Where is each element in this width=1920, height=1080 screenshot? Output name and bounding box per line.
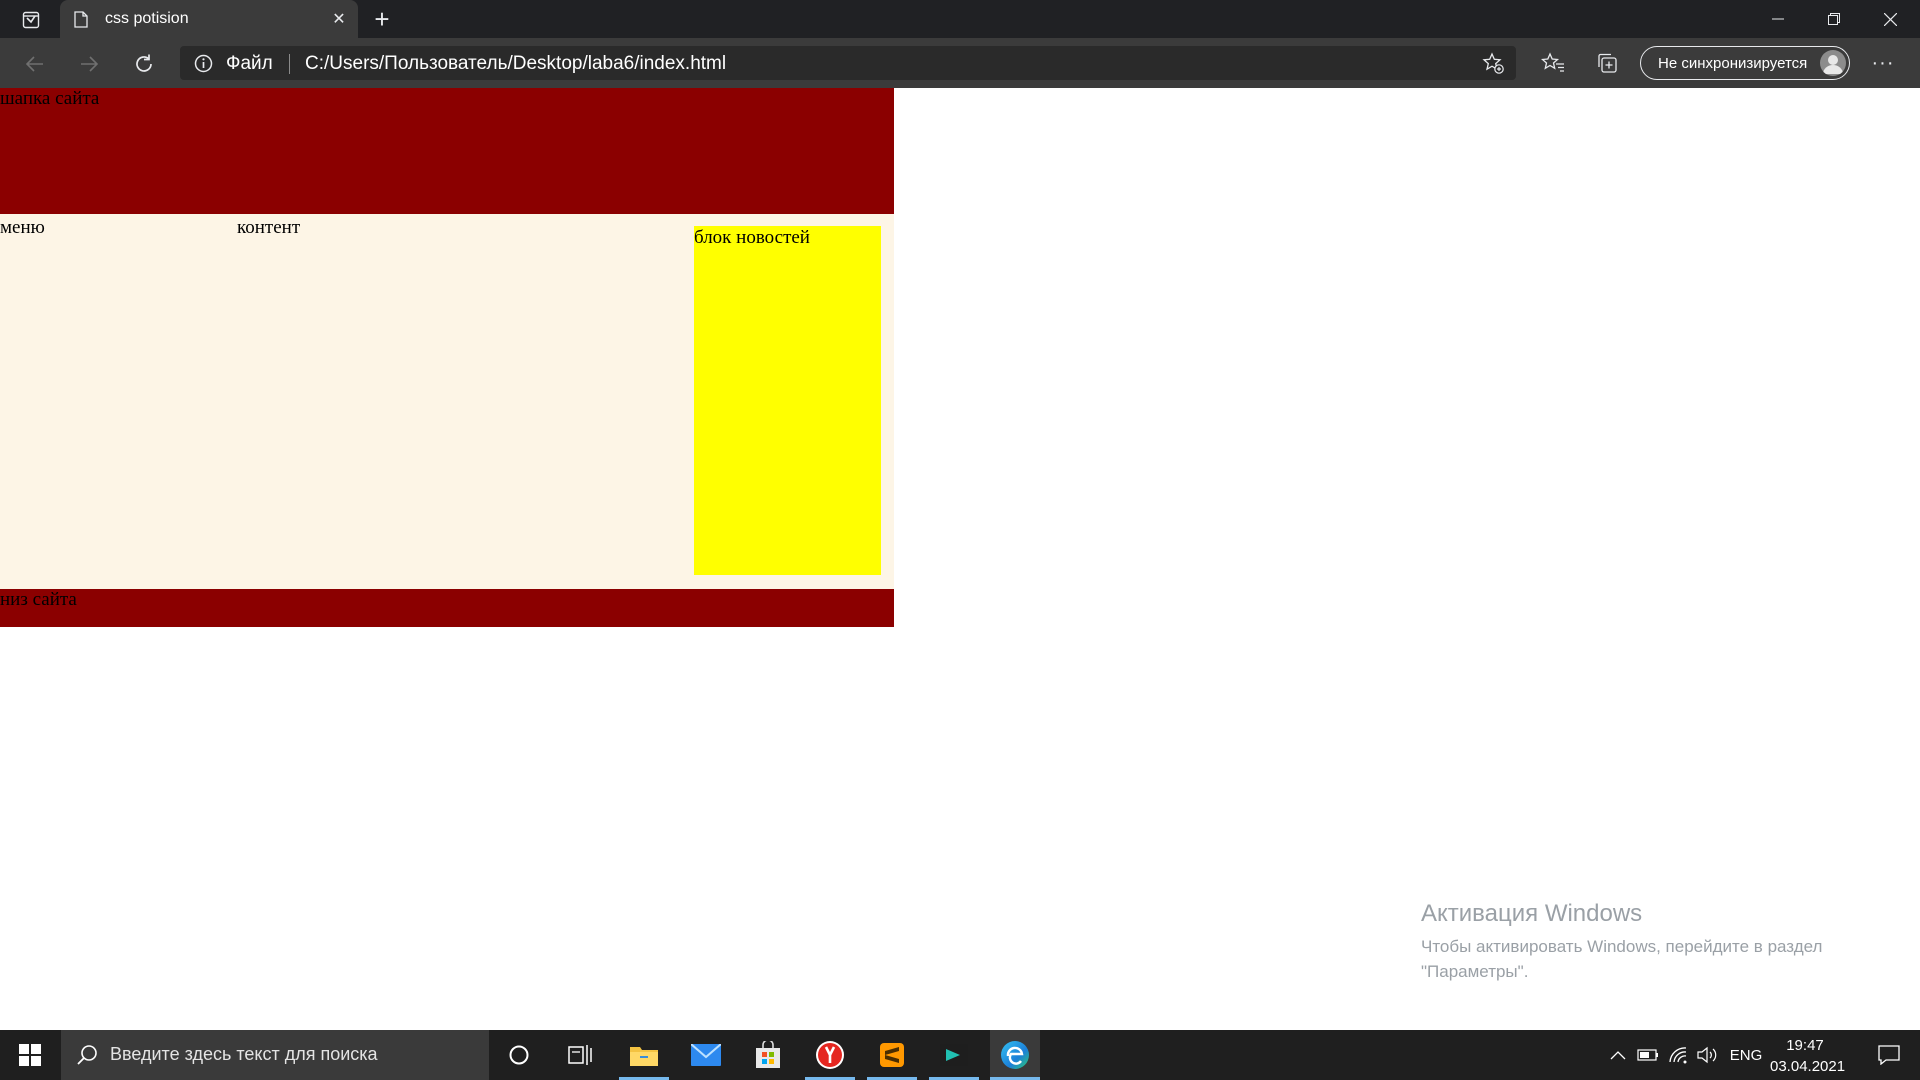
close-window-icon[interactable] — [1862, 0, 1918, 38]
page-icon — [74, 11, 88, 33]
taskbar-search[interactable]: Введите здесь текст для поиска — [61, 1030, 489, 1080]
show-hidden-icons-icon[interactable] — [1607, 1030, 1629, 1080]
forward-icon[interactable] — [72, 47, 106, 81]
add-favorite-icon[interactable] — [1482, 52, 1504, 79]
favorites-icon[interactable] — [1536, 46, 1570, 80]
edge-icon[interactable] — [990, 1030, 1040, 1080]
taskbar-clock[interactable]: 19:47 03.04.2021 — [1770, 1035, 1846, 1077]
restore-icon[interactable] — [1806, 0, 1862, 38]
info-icon[interactable] — [194, 54, 213, 78]
profile-sync-button[interactable]: Не синхронизируется — [1640, 46, 1850, 80]
new-tab-button[interactable]: + — [368, 4, 396, 34]
windows-logo-icon — [19, 1044, 41, 1066]
watermark-line-2: "Параметры". — [1421, 962, 1529, 981]
clock-date: 03.04.2021 — [1770, 1058, 1846, 1075]
address-scheme: Файл — [226, 53, 273, 74]
site-footer-text: низ сайта — [0, 589, 77, 610]
cortana-icon[interactable] — [494, 1030, 544, 1080]
watermark-title: Активация Windows — [1421, 900, 1643, 927]
collections-icon[interactable] — [1590, 46, 1624, 80]
terminal-icon[interactable] — [929, 1030, 979, 1080]
watermark-line-1: Чтобы активировать Windows, перейдите в … — [1421, 937, 1823, 956]
site-footer: низ сайта — [0, 589, 894, 627]
site-header-text: шапка сайта — [0, 88, 100, 109]
windows-taskbar: Введите здесь текст для поиска ENG 19:47… — [0, 1030, 1920, 1080]
volume-icon[interactable] — [1694, 1030, 1720, 1080]
address-bar[interactable]: Файл C:/Users/Пользователь/Desktop/laba6… — [180, 46, 1516, 80]
news-block: блок новостей — [694, 226, 881, 575]
address-divider — [289, 54, 290, 74]
yandex-browser-icon[interactable] — [805, 1030, 855, 1080]
clock-time: 19:47 — [1786, 1037, 1824, 1054]
windows-activation-watermark: Активация Windows Чтобы активировать Win… — [1421, 900, 1822, 984]
minimize-icon[interactable] — [1750, 0, 1806, 38]
more-menu-icon[interactable]: ··· — [1866, 46, 1900, 80]
mail-icon[interactable] — [681, 1030, 731, 1080]
site-menu-text: меню — [0, 217, 45, 238]
tab-actions-icon[interactable] — [14, 7, 48, 33]
language-indicator[interactable]: ENG — [1728, 1030, 1764, 1080]
news-block-text: блок новостей — [694, 227, 810, 248]
file-explorer-icon[interactable] — [619, 1030, 669, 1080]
task-view-icon[interactable] — [555, 1030, 605, 1080]
start-button[interactable] — [0, 1030, 60, 1080]
wifi-icon[interactable] — [1666, 1030, 1690, 1080]
site-content-text: контент — [237, 217, 301, 238]
refresh-icon[interactable] — [127, 47, 161, 81]
page-viewport: шапка сайта меню контент блок новостей н… — [0, 88, 1920, 1030]
store-icon[interactable] — [743, 1030, 793, 1080]
avatar-icon — [1820, 50, 1846, 76]
sublime-text-icon[interactable] — [867, 1030, 917, 1080]
tab-title: css potision — [105, 10, 189, 27]
sync-label: Не синхронизируется — [1658, 55, 1808, 72]
battery-icon[interactable] — [1636, 1030, 1660, 1080]
back-icon[interactable] — [18, 47, 52, 81]
notifications-icon[interactable] — [1864, 1030, 1914, 1080]
browser-tab[interactable]: css potision ✕ — [60, 0, 358, 38]
search-icon — [75, 1043, 99, 1072]
browser-titlebar: css potision ✕ + — [0, 0, 1920, 38]
search-placeholder: Введите здесь текст для поиска — [110, 1044, 378, 1064]
address-url[interactable]: C:/Users/Пользователь/Desktop/laba6/inde… — [305, 53, 726, 75]
site-header: шапка сайта — [0, 88, 894, 214]
tab-close-icon[interactable]: ✕ — [328, 8, 350, 30]
